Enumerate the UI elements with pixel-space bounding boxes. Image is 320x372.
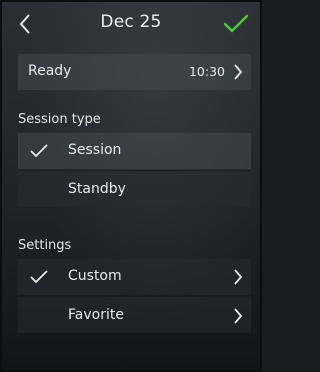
standby-option[interactable]: Standby: [18, 170, 251, 207]
favorite-option[interactable]: Favorite: [18, 296, 251, 333]
checkmark-icon: [30, 270, 48, 284]
session-option[interactable]: Session: [18, 133, 251, 169]
ready-row[interactable]: Ready 10:30: [18, 54, 251, 90]
ready-time: 10:30: [188, 64, 225, 79]
favorite-option-label: Favorite: [68, 307, 124, 323]
header-bar: Dec 25: [2, 2, 260, 48]
back-button[interactable]: [14, 10, 36, 38]
chevron-right-icon: [234, 269, 243, 285]
standby-option-label: Standby: [68, 181, 126, 197]
ready-label: Ready: [28, 63, 72, 79]
custom-option[interactable]: Custom: [18, 259, 251, 295]
checkmark-icon: [30, 144, 48, 158]
session-type-heading: Session type: [18, 112, 101, 127]
app-frame: Dec 25 Ready 10:30 Session type Session …: [0, 0, 262, 372]
checkmark-icon: [223, 14, 249, 33]
session-option-label: Session: [68, 142, 122, 158]
confirm-button[interactable]: [222, 10, 250, 38]
page-title: Dec 25: [100, 12, 162, 32]
chevron-right-icon: [234, 64, 243, 80]
settings-heading: Settings: [18, 238, 72, 253]
custom-option-label: Custom: [68, 268, 122, 284]
chevron-right-icon: [234, 308, 243, 324]
chevron-left-icon: [19, 14, 30, 34]
